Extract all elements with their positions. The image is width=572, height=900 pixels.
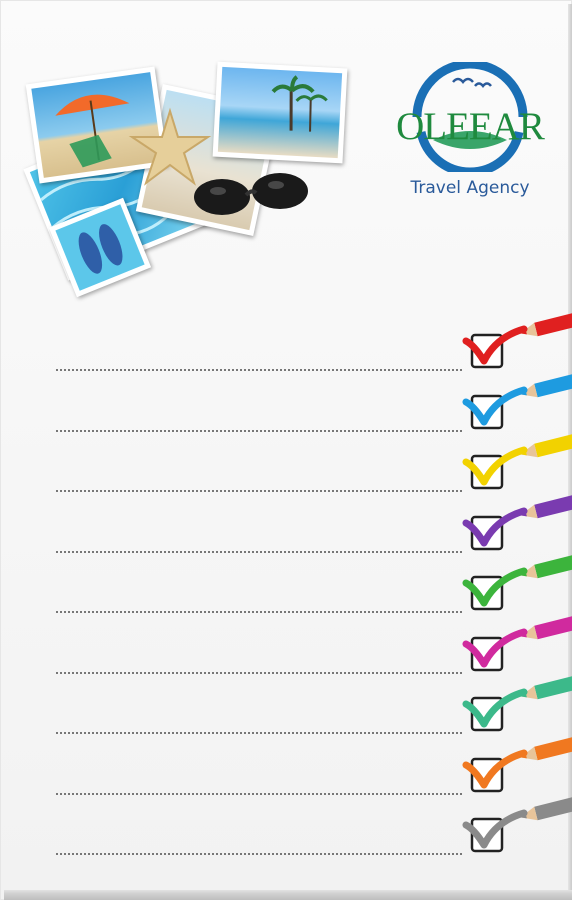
- write-line[interactable]: [56, 611, 462, 613]
- checkbox-check-icon: [462, 374, 572, 430]
- checkbox-check-icon: [462, 737, 572, 793]
- checkbox-check-icon: [462, 313, 572, 369]
- notepad: OLEEAR Travel Agency: [0, 0, 572, 900]
- checkbox-item[interactable]: [462, 493, 572, 553]
- write-line[interactable]: [56, 672, 462, 674]
- checkbox-check-icon: [462, 616, 572, 672]
- write-line[interactable]: [56, 551, 462, 553]
- logo-name: OLEEAR: [396, 105, 545, 148]
- brand-logo: OLEEAR Travel Agency: [385, 62, 555, 212]
- checkbox-item[interactable]: [462, 674, 572, 734]
- write-line[interactable]: [56, 369, 462, 371]
- write-line[interactable]: [56, 793, 462, 795]
- checkbox-item[interactable]: [462, 311, 572, 371]
- checkbox-check-icon: [462, 797, 572, 853]
- write-line[interactable]: [56, 430, 462, 432]
- checkbox-item[interactable]: [462, 372, 572, 432]
- checkbox-check-icon: [462, 676, 572, 732]
- resort-palms-photo: [212, 61, 348, 164]
- checkbox-check-icon: [462, 434, 572, 490]
- checkbox-item[interactable]: [462, 614, 572, 674]
- sunglasses-icon: [194, 173, 308, 215]
- photo-collage: [20, 55, 360, 298]
- checkbox-item[interactable]: [462, 795, 572, 855]
- logo-tagline: Travel Agency: [410, 178, 530, 198]
- checkbox-item[interactable]: [462, 432, 572, 492]
- write-line[interactable]: [56, 490, 462, 492]
- checkbox-item[interactable]: [462, 735, 572, 795]
- checkbox-check-icon: [462, 555, 572, 611]
- write-line[interactable]: [56, 732, 462, 734]
- pad-bottom-edge: [4, 890, 572, 900]
- write-line[interactable]: [56, 853, 462, 855]
- checkbox-check-icon: [462, 495, 572, 551]
- checkbox-item[interactable]: [462, 553, 572, 613]
